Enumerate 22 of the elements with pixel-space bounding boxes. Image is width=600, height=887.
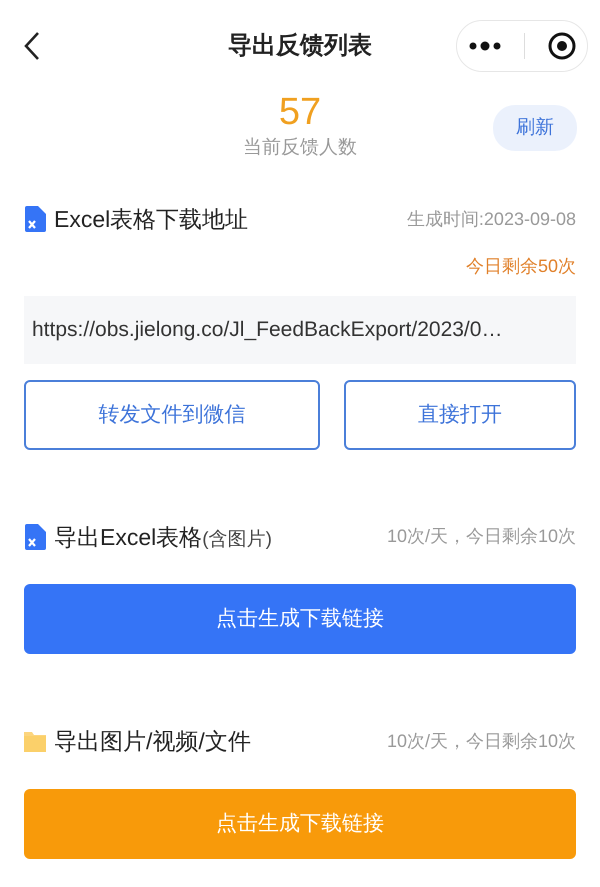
section-note: (含图片) — [202, 528, 272, 552]
feedback-count: 57 — [278, 92, 322, 134]
open-button[interactable]: 直接打开 — [344, 380, 576, 450]
back-icon[interactable] — [22, 30, 42, 62]
section-title: 导出图片/视频/文件 — [54, 727, 251, 756]
section-title: Excel表格下载地址 — [54, 205, 248, 234]
refresh-button[interactable]: 刷新 — [493, 105, 577, 151]
excel-file-icon — [24, 206, 46, 232]
section-title: 导出Excel表格 — [54, 522, 202, 552]
url-field[interactable]: https://obs.jielong.co/Jl_FeedBackExport/2023/0… — [24, 296, 576, 364]
generate-link-button[interactable]: 点击生成下载链接 — [24, 584, 576, 654]
target-icon[interactable] — [548, 32, 576, 60]
quota-text: 10次/天，今日剩余10次 — [386, 730, 576, 753]
count-label: 当前反馈人数 — [243, 136, 357, 160]
more-icon[interactable] — [468, 41, 500, 51]
generated-time: 生成时间:2023-09-08 — [406, 208, 576, 231]
quota-text: 10次/天，今日剩余10次 — [386, 525, 576, 548]
remaining-count: 今日剩余50次 — [466, 254, 576, 278]
forward-button[interactable]: 转发文件到微信 — [24, 380, 320, 450]
folder-icon — [24, 730, 46, 752]
page-title: 导出反馈列表 — [228, 31, 372, 61]
excel-file-icon — [24, 524, 46, 550]
